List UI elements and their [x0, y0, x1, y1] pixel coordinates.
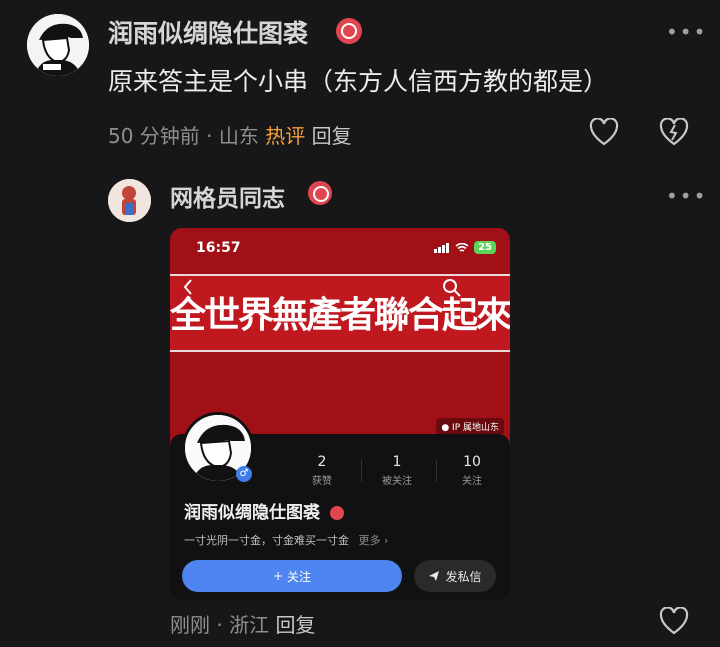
location-pin-icon: ● — [441, 423, 450, 433]
male-icon: ♂ — [236, 466, 252, 482]
heart-icon[interactable] — [589, 117, 619, 150]
stat-label: 获赞 — [312, 476, 332, 487]
ip-label: IP 属地山东 — [452, 423, 499, 433]
comment1-text: 原来答主是个小串（东方人信西方教的都是） — [108, 67, 609, 96]
stat-label: 被关注 — [382, 476, 412, 487]
reply-button[interactable]: 回复 — [312, 124, 352, 148]
bio-text: 一寸光阴一寸金，寸金难买一寸金 — [184, 534, 349, 547]
comment2-meta: 刚刚 · 浙江 回复 — [170, 609, 315, 638]
stat-value: 2 — [317, 454, 327, 470]
comment1-meta: 50 分钟前 · 山东 热评 回复 — [108, 120, 352, 149]
comment2-time: 刚刚 — [170, 613, 210, 637]
profile-name-text: 润雨似绸隐仕图裘 — [184, 503, 320, 523]
comment2-avatar[interactable] — [108, 179, 151, 222]
verified-badge-icon — [329, 506, 344, 520]
battery-level: 25 — [474, 241, 496, 254]
reply-button[interactable]: 回复 — [275, 613, 315, 637]
comment1-time: 50 分钟前 — [108, 124, 200, 148]
more-icon[interactable]: ••• — [666, 186, 707, 206]
send-icon — [429, 571, 440, 581]
stat-label: 关注 — [462, 476, 482, 487]
comment1-location: 山东 — [218, 124, 259, 148]
follow-label: 关注 — [287, 569, 312, 584]
status-time: 16:57 — [196, 240, 241, 256]
stat-following[interactable]: 10 关注 — [437, 454, 507, 487]
comment2-username[interactable]: 网格员同志 — [170, 179, 285, 213]
ip-location-chip: ● IP 属地山东 — [436, 418, 504, 435]
search-icon[interactable] — [442, 278, 462, 302]
back-arrow-icon[interactable] — [182, 278, 194, 300]
stat-value: 10 — [463, 454, 481, 470]
comment1-username[interactable]: 润雨似绸隐仕图裘 — [108, 14, 308, 50]
message-label: 发私信 — [445, 569, 482, 584]
verified-badge-icon — [336, 18, 362, 44]
dislike-icon[interactable] — [659, 117, 689, 150]
comment1-avatar[interactable] — [27, 14, 89, 76]
stat-value: 1 — [392, 454, 402, 470]
hot-badge: 热评 — [265, 124, 306, 148]
signal-icon — [434, 242, 450, 253]
profile-name: 润雨似绸隐仕图裘 — [184, 498, 344, 523]
shield-badge-icon — [308, 181, 332, 205]
meta-dot: · — [216, 613, 223, 637]
meta-dot: · — [206, 124, 213, 148]
bio-more-link[interactable]: 更多 › — [359, 534, 389, 547]
follow-button[interactable]: + 关注 — [182, 560, 402, 592]
heart-icon[interactable] — [659, 606, 689, 639]
plus-icon: + — [272, 569, 284, 583]
stat-likes[interactable]: 2 获赞 — [287, 454, 357, 487]
profile-bio: 一寸光阴一寸金，寸金难买一寸金 更多 › — [184, 532, 388, 548]
more-icon[interactable]: ••• — [666, 22, 707, 42]
status-icons: 25 — [434, 241, 496, 254]
wifi-icon — [455, 242, 469, 252]
stat-followers[interactable]: 1 被关注 — [362, 454, 432, 487]
embedded-screenshot[interactable]: 16:57 25 全世界無產者聯合起來！ ● IP 属地山东 ♂ 2 获赞 1 … — [170, 228, 510, 600]
message-button[interactable]: 发私信 — [414, 560, 496, 592]
comment2-location: 浙江 — [229, 613, 270, 637]
